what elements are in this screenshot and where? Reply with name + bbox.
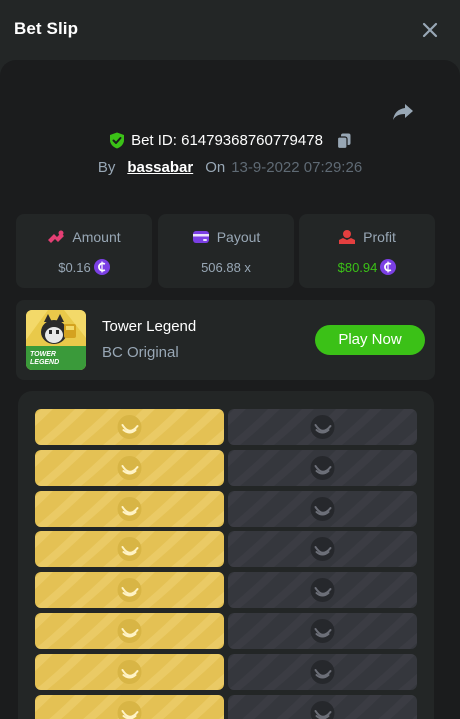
tower-tile-banana[interactable] — [35, 449, 224, 486]
shield-check-icon — [110, 132, 125, 149]
bet-stats: Amount $0.16 Payout 506.88 x Profit $80.… — [16, 214, 435, 288]
payout-value: 506.88 x — [201, 259, 251, 275]
tower-tile-skull[interactable] — [228, 694, 417, 719]
bet-id: Bet ID: 61479368760779478 — [131, 132, 323, 149]
amount-value: $0.16 — [58, 259, 91, 275]
skull-icon — [310, 496, 335, 521]
banana-icon — [117, 455, 142, 480]
tower-tile-banana[interactable] — [35, 531, 224, 568]
tower-tile-skull[interactable] — [228, 613, 417, 649]
tower-tile-skull[interactable] — [228, 409, 417, 445]
payout-stat: Payout 506.88 x — [158, 214, 294, 288]
bc-coin-icon — [380, 259, 397, 275]
tower-tile-banana[interactable] — [35, 613, 224, 649]
profit-label: Profit — [363, 229, 396, 245]
tower-tile-skull[interactable] — [228, 449, 417, 486]
amount-stat: Amount $0.16 — [16, 214, 152, 288]
skull-icon — [310, 619, 335, 643]
banana-icon — [117, 619, 142, 643]
thumb-title-line2: LEGEND — [30, 359, 59, 366]
bet-author-row: By bassabar On 13-9-2022 07:29:26 — [0, 159, 460, 179]
game-card: TOWER LEGEND Tower Legend BC Original Pl… — [16, 300, 435, 380]
banana-icon — [117, 537, 142, 562]
header: Bet Slip — [0, 0, 460, 60]
amount-icon — [48, 230, 65, 243]
skull-icon — [310, 659, 335, 684]
skull-icon — [310, 415, 335, 439]
bet-date: 13-9-2022 07:29:26 — [231, 159, 363, 176]
close-icon[interactable] — [420, 20, 440, 40]
tower-tile-banana[interactable] — [35, 653, 224, 690]
tower-tile-banana[interactable] — [35, 409, 224, 445]
payout-icon — [192, 231, 209, 243]
profit-stat: Profit $80.94 — [299, 214, 435, 288]
thumb-title-line1: TOWER — [30, 351, 56, 358]
page-title: Bet Slip — [14, 19, 79, 38]
tower-tile-skull[interactable] — [228, 572, 417, 609]
username-link[interactable]: bassabar — [127, 159, 193, 176]
skull-icon — [310, 455, 335, 480]
play-now-button[interactable]: Play Now — [315, 325, 425, 355]
banana-icon — [117, 496, 142, 521]
banana-icon — [117, 415, 142, 439]
game-name[interactable]: Tower Legend — [102, 318, 196, 335]
share-icon[interactable] — [392, 102, 414, 122]
tower-tile-skull[interactable] — [228, 490, 417, 527]
bet-id-row: Bet ID: 61479368760779478 — [0, 132, 460, 152]
game-provider: BC Original — [102, 344, 179, 361]
skull-icon — [310, 578, 335, 603]
tower-tile-banana[interactable] — [35, 572, 224, 609]
profit-icon — [339, 230, 356, 244]
bc-coin-icon — [93, 259, 110, 275]
copy-icon[interactable] — [336, 133, 351, 149]
tower-tile-banana[interactable] — [35, 694, 224, 719]
banana-icon — [117, 578, 142, 603]
amount-label: Amount — [72, 229, 121, 245]
on-label: On — [205, 159, 226, 176]
game-thumbnail[interactable]: TOWER LEGEND — [26, 310, 86, 370]
tower-tile-skull[interactable] — [228, 531, 417, 568]
banana-icon — [117, 659, 142, 684]
by-label: By — [97, 159, 116, 176]
tower-tile-banana[interactable] — [35, 490, 224, 527]
tower-board — [18, 391, 434, 719]
tower-tile-skull[interactable] — [228, 653, 417, 690]
profit-value: $80.94 — [337, 259, 378, 275]
payout-label: Payout — [216, 229, 261, 245]
skull-icon — [310, 537, 335, 562]
